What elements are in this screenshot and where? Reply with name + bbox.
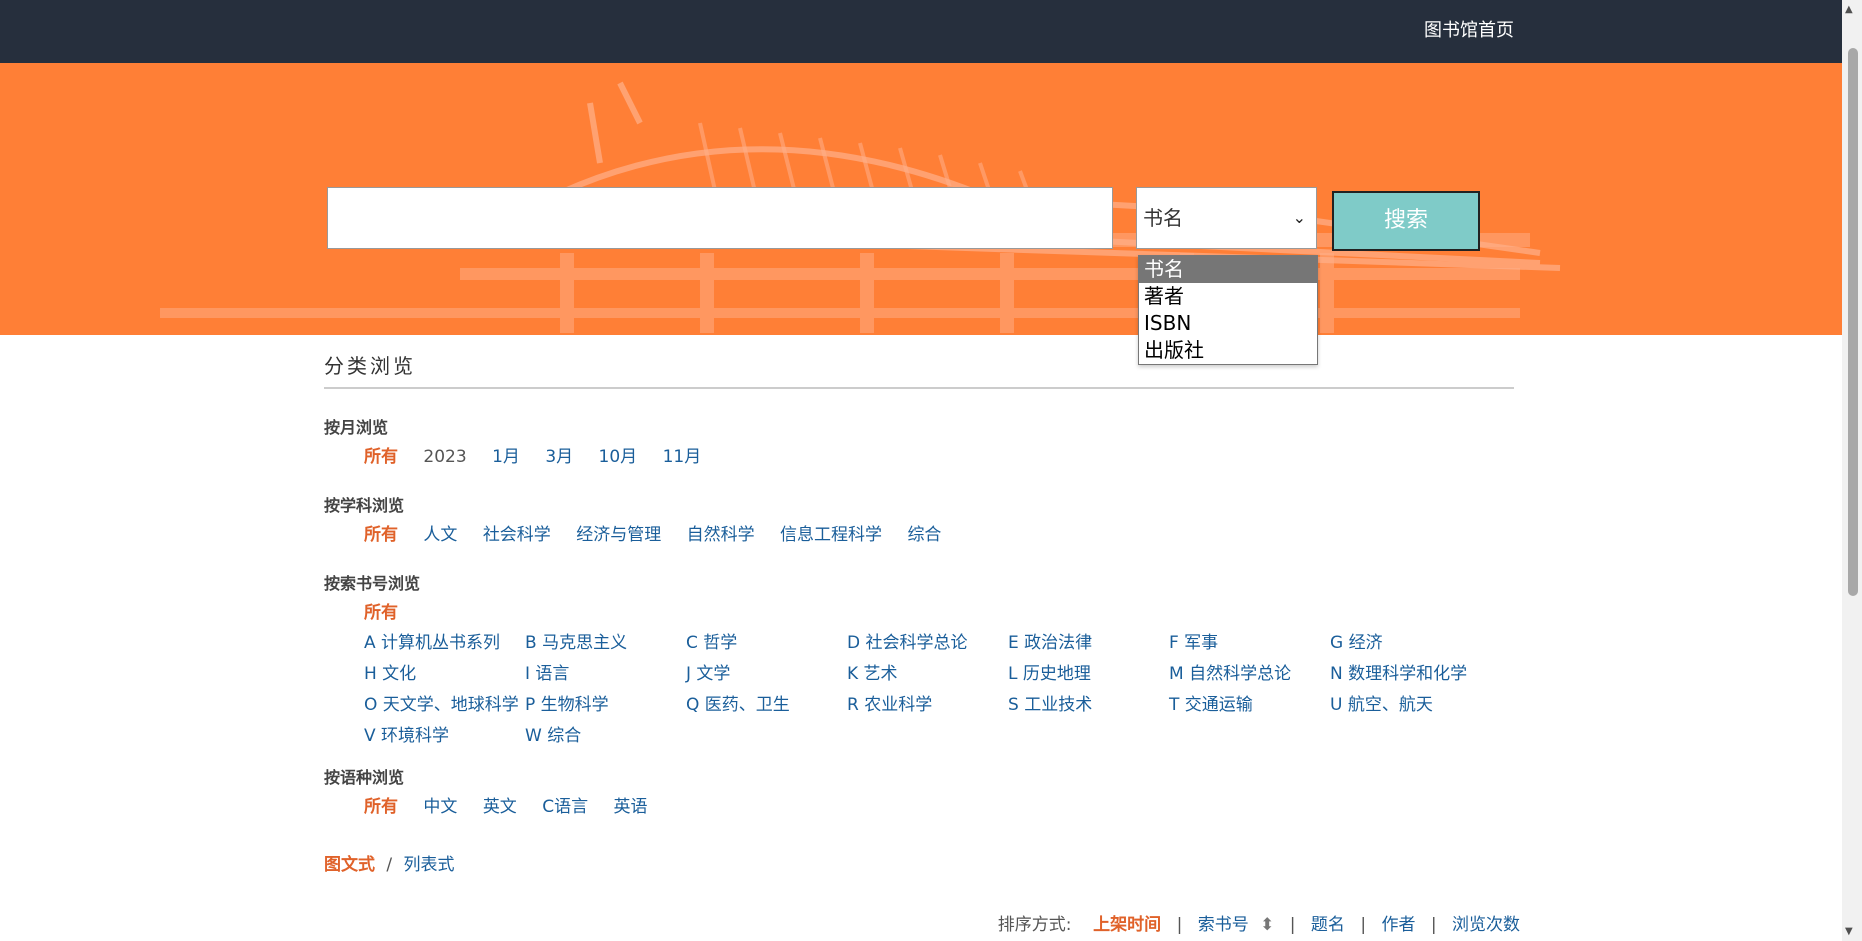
sort-bar: 排序方式: 上架时间 | 索书号 ⬍ | 题名 | 作者 | 浏览次数 [997,915,1520,935]
callno-all-link-wrap: 所有 [364,598,418,623]
filter-link[interactable]: 所有 [364,603,398,623]
sort-option[interactable]: 上架时间 [1093,915,1161,935]
scroll-up-icon[interactable]: ▲ [1845,4,1853,15]
callno-link[interactable]: L 历史地理 [1008,659,1091,684]
sort-direction-icon[interactable]: ⬍ [1260,915,1274,935]
filter-link[interactable]: 10月 [599,447,638,467]
filter-link[interactable]: 中文 [423,797,457,817]
callno-link[interactable]: P 生物科学 [525,690,609,715]
filter-link[interactable]: 11月 [663,447,702,467]
filter-link[interactable]: C语言 [542,797,588,817]
chevron-down-icon: ⌄ [1292,208,1306,227]
dropdown-option[interactable]: ISBN [1139,310,1317,337]
group-title-month: 按月浏览 [324,418,389,437]
callno-link[interactable]: K 艺术 [847,659,898,684]
search-field-select[interactable]: 书名 ⌄ [1136,187,1317,249]
filter-link[interactable]: 所有 [364,447,398,467]
callno-link[interactable]: N 数理科学和化学 [1330,659,1467,684]
filter-link[interactable]: 1月 [492,447,520,467]
callno-link[interactable]: B 马克思主义 [525,628,627,653]
callno-link[interactable]: V 环境科学 [364,721,449,746]
filter-link[interactable]: 英文 [483,797,517,817]
group-title-subject: 按学科浏览 [324,496,405,515]
callno-link[interactable]: R 农业科学 [847,690,932,715]
callno-link[interactable]: U 航空、航天 [1330,690,1433,715]
callno-link[interactable]: E 政治法律 [1008,628,1092,653]
section-heading: 分类浏览 [324,350,1514,389]
search-input[interactable] [327,187,1113,249]
page-scrollbar[interactable]: ▲ ▼ [1842,0,1862,941]
sort-option[interactable]: 索书号 [1198,915,1249,935]
callno-link[interactable]: G 经济 [1330,628,1383,653]
callno-link[interactable]: A 计算机丛书系列 [364,628,500,653]
search-hero: 书名 ⌄ 搜索 [0,63,1842,335]
callno-link[interactable]: J 文学 [686,659,730,684]
language-filter-links: 所有 中文 英文 C语言 英语 [364,792,668,817]
callno-link[interactable]: H 文化 [364,659,416,684]
month-filter-links: 所有 2023 1月 3月 10月 11月 [364,442,721,467]
filter-link[interactable]: 所有 [364,797,398,817]
callno-link[interactable]: S 工业技术 [1008,690,1092,715]
filter-link[interactable]: 英语 [614,797,648,817]
filter-link[interactable]: 3月 [545,447,573,467]
callno-link[interactable]: W 综合 [525,721,581,746]
group-title-language: 按语种浏览 [324,768,405,787]
callno-link[interactable]: D 社会科学总论 [847,628,968,653]
library-home-link[interactable]: 图书馆首页 [1424,16,1514,42]
callno-link[interactable]: Q 医药、卫生 [686,690,790,715]
search-field-selected-label: 书名 [1143,206,1183,230]
filter-link[interactable]: 自然科学 [687,525,755,545]
callno-link[interactable]: T 交通运输 [1169,690,1253,715]
callno-link[interactable]: M 自然科学总论 [1169,659,1291,684]
callno-link[interactable]: F 军事 [1169,628,1218,653]
dropdown-option[interactable]: 出版社 [1139,337,1317,364]
sort-option[interactable]: 浏览次数 [1452,915,1520,935]
filter-link[interactable]: 人文 [423,525,457,545]
filter-link[interactable]: 社会科学 [483,525,551,545]
sort-label: 排序方式: [997,915,1072,935]
filter-link[interactable]: 经济与管理 [576,525,661,545]
view-mode-list[interactable]: 列表式 [404,855,455,875]
view-mode-toggle: 图文式 / 列表式 [324,850,455,875]
search-button[interactable]: 搜索 [1332,191,1480,251]
callno-link[interactable]: C 哲学 [686,628,737,653]
filter-link[interactable]: 2023 [423,447,466,467]
category-browse-section: 分类浏览 按月浏览 所有 2023 1月 3月 10月 11月 按学科浏览 所有… [324,350,1520,935]
top-nav-bar: 图书馆首页 [0,0,1842,63]
filter-link[interactable]: 所有 [364,525,398,545]
callno-link[interactable]: I 语言 [525,659,569,684]
callno-link[interactable]: O 天文学、地球科学 [364,690,519,715]
sort-option[interactable]: 题名 [1311,915,1345,935]
filter-link[interactable]: 综合 [907,525,941,545]
subject-filter-links: 所有 人文 社会科学 经济与管理 自然科学 信息工程科学 综合 [364,520,961,545]
filter-link[interactable]: 信息工程科学 [780,525,882,545]
group-title-callno: 按索书号浏览 [324,574,421,593]
view-mode-separator: / [386,855,393,875]
scroll-down-icon[interactable]: ▼ [1845,926,1853,937]
search-field-dropdown: 书名 著者 ISBN 出版社 [1138,255,1318,365]
dropdown-option[interactable]: 著者 [1139,283,1317,310]
sort-option[interactable]: 作者 [1381,915,1415,935]
view-mode-image-text[interactable]: 图文式 [324,855,375,875]
dropdown-option[interactable]: 书名 [1139,256,1317,283]
scrollbar-thumb[interactable] [1848,48,1858,596]
